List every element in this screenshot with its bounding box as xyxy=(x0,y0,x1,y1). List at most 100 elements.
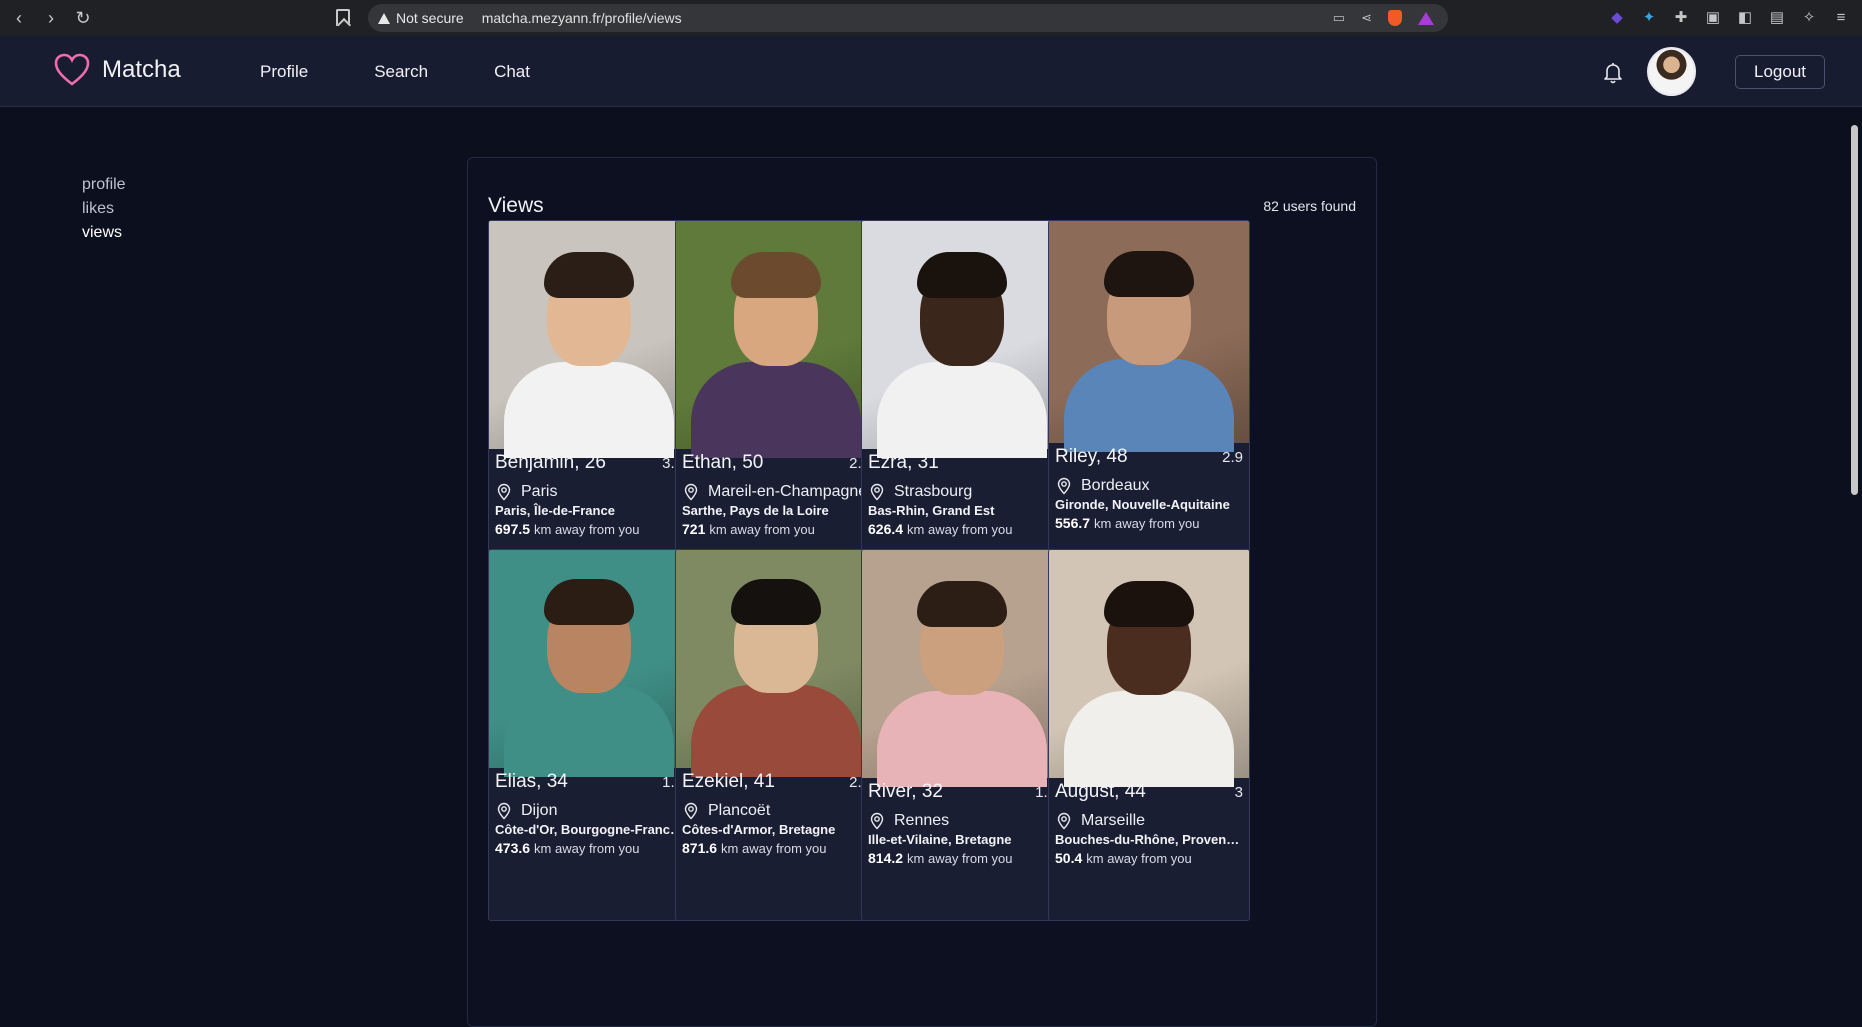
share-icon[interactable]: ⋖ xyxy=(1361,10,1372,26)
profile-sidebar: profile likes views xyxy=(82,176,126,242)
main-nav: Profile Search Chat xyxy=(260,36,530,107)
profile-photo[interactable] xyxy=(489,221,689,459)
card-region: Bas-Rhin, Grand Est xyxy=(868,503,995,518)
location-pin-icon xyxy=(870,812,884,830)
cast-icon[interactable]: ▭ xyxy=(1333,10,1345,26)
card-distance: 473.6 km away from you xyxy=(495,840,640,856)
profile-photo[interactable] xyxy=(676,550,876,777)
location-pin-icon xyxy=(684,483,698,501)
user-card[interactable]: Ezekiel, 41 2.4 Plancoët Côtes-d'Armor, Bre… xyxy=(675,549,877,921)
profile-photo[interactable] xyxy=(676,221,876,459)
card-city: Paris xyxy=(495,483,557,501)
card-name: Ethan, 50 xyxy=(682,452,764,473)
reload-icon[interactable]: ↻ xyxy=(74,8,92,29)
user-card[interactable]: Benjamin, 26 3.1 Paris Paris, Île-de-France… xyxy=(488,220,690,592)
card-region: Gironde, Nouvelle-Aquitaine xyxy=(1055,497,1230,512)
card-region: Ille-et-Vilaine, Bretagne xyxy=(868,832,1012,847)
distance-suffix: km away from you xyxy=(534,841,640,856)
location-pin-icon xyxy=(1057,812,1071,830)
address-bar[interactable]: Not secure matcha.mezyann.fr/profile/vie… xyxy=(368,4,1448,32)
photo-hair xyxy=(917,252,1007,299)
views-panel: Views 82 users found Benjamin, 26 3.1 Pari… xyxy=(467,157,1377,1027)
card-city-label: Dijon xyxy=(521,802,558,819)
card-city: Rennes xyxy=(868,812,949,830)
bookmark-icon[interactable] xyxy=(336,9,350,26)
leo-icon[interactable]: ✧ xyxy=(1800,8,1818,26)
extension-icon-2[interactable]: ✦ xyxy=(1640,8,1658,26)
profile-photo[interactable] xyxy=(1049,550,1249,788)
profile-photo[interactable] xyxy=(862,550,1062,788)
logo[interactable]: Matcha xyxy=(54,53,181,87)
scrollbar-thumb[interactable] xyxy=(1851,125,1858,495)
card-name: River, 32 xyxy=(868,781,943,802)
nav-search[interactable]: Search xyxy=(374,62,428,82)
photo-hair xyxy=(1104,250,1194,297)
profile-photo[interactable] xyxy=(862,221,1062,459)
profile-photo[interactable] xyxy=(489,550,689,777)
puzzle-icon[interactable]: ✚ xyxy=(1672,8,1690,26)
url-text[interactable]: matcha.mezyann.fr/profile/views xyxy=(482,10,682,26)
scrollbar[interactable] xyxy=(1846,107,1862,1011)
brand-name: Matcha xyxy=(102,56,181,83)
photo-body xyxy=(877,691,1047,788)
photo-hair xyxy=(544,252,634,299)
photo-hair xyxy=(544,579,634,626)
card-city: Marseille xyxy=(1055,812,1145,830)
distance-value: 50.4 xyxy=(1055,850,1083,866)
forward-icon[interactable]: › xyxy=(42,8,60,29)
location-pin-icon xyxy=(684,802,698,820)
distance-value: 721 xyxy=(682,521,706,537)
card-region: Paris, Île-de-France xyxy=(495,503,615,518)
sidebar-item-views[interactable]: views xyxy=(82,224,126,242)
app-header: Matcha Profile Search Chat Logout xyxy=(0,36,1862,107)
profile-photo[interactable] xyxy=(1049,221,1249,452)
photo-hair xyxy=(1104,581,1194,628)
photo-body xyxy=(691,362,861,459)
card-region: Bouches-du-Rhône, Provence-Alpes-Côte d'… xyxy=(1055,832,1243,847)
brave-rewards-icon[interactable] xyxy=(1418,11,1434,25)
user-card[interactable]: River, 32 1.4 Rennes Ille-et-Vilaine, Breta… xyxy=(861,549,1063,921)
screenshot-icon[interactable]: ▣ xyxy=(1704,8,1722,26)
bell-icon[interactable] xyxy=(1601,60,1625,84)
extension-icon-1[interactable]: ◆ xyxy=(1608,8,1626,26)
location-pin-icon xyxy=(497,802,511,820)
sidebar-item-profile[interactable]: profile xyxy=(82,176,126,194)
card-name: August, 44 xyxy=(1055,781,1146,802)
menu-icon[interactable]: ≡ xyxy=(1832,9,1850,26)
distance-suffix: km away from you xyxy=(907,851,1013,866)
card-region: Côte-d'Or, Bourgogne-Franche-Comté xyxy=(495,822,683,837)
distance-suffix: km away from you xyxy=(709,522,815,537)
user-card[interactable]: Riley, 48 2.9 Bordeaux Gironde, Nouvelle-Aq… xyxy=(1048,220,1250,592)
photo-body xyxy=(877,362,1047,459)
location-pin-icon xyxy=(1057,477,1071,495)
logout-button[interactable]: Logout xyxy=(1735,55,1825,89)
card-name: Riley, 48 xyxy=(1055,446,1128,467)
avatar[interactable] xyxy=(1647,47,1696,96)
card-city-label: Paris xyxy=(521,483,558,500)
card-city: Mareil-en-Champagne xyxy=(682,483,867,501)
card-distance: 697.5 km away from you xyxy=(495,521,640,537)
location-pin-icon xyxy=(870,483,884,501)
card-city: Strasbourg xyxy=(868,483,972,501)
card-city: Bordeaux xyxy=(1055,477,1150,495)
user-card[interactable]: Ethan, 50 2.4 Mareil-en-Champagne Sarthe, P… xyxy=(675,220,877,592)
card-name: Benjamin, 26 xyxy=(495,452,606,473)
nav-chat[interactable]: Chat xyxy=(494,62,530,82)
card-score: 3 xyxy=(1234,784,1243,801)
sidebar-icon[interactable]: ◧ xyxy=(1736,8,1754,26)
distance-suffix: km away from you xyxy=(907,522,1013,537)
card-score: 2.9 xyxy=(1222,449,1243,466)
card-city-label: Marseille xyxy=(1081,812,1146,829)
card-city-label: Strasbourg xyxy=(894,483,973,500)
photo-body xyxy=(1064,691,1234,788)
user-card[interactable]: Ezra, 311StrasbourgBas-Rhin, Grand Est62… xyxy=(861,220,1063,592)
wallet-icon[interactable]: ▤ xyxy=(1768,8,1786,26)
user-card[interactable]: Elias, 34 1.8 Dijon Côte-d'Or, Bourgogne-Fr… xyxy=(488,549,690,921)
brave-shield-icon[interactable] xyxy=(1388,10,1402,26)
sidebar-item-likes[interactable]: likes xyxy=(82,200,126,218)
back-icon[interactable]: ‹ xyxy=(10,8,28,29)
user-card[interactable]: August, 44 3 Marseille Bouches-du-Rhône, Pr… xyxy=(1048,549,1250,921)
distance-suffix: km away from you xyxy=(1094,516,1200,531)
card-distance: 871.6 km away from you xyxy=(682,840,827,856)
nav-profile[interactable]: Profile xyxy=(260,62,308,82)
